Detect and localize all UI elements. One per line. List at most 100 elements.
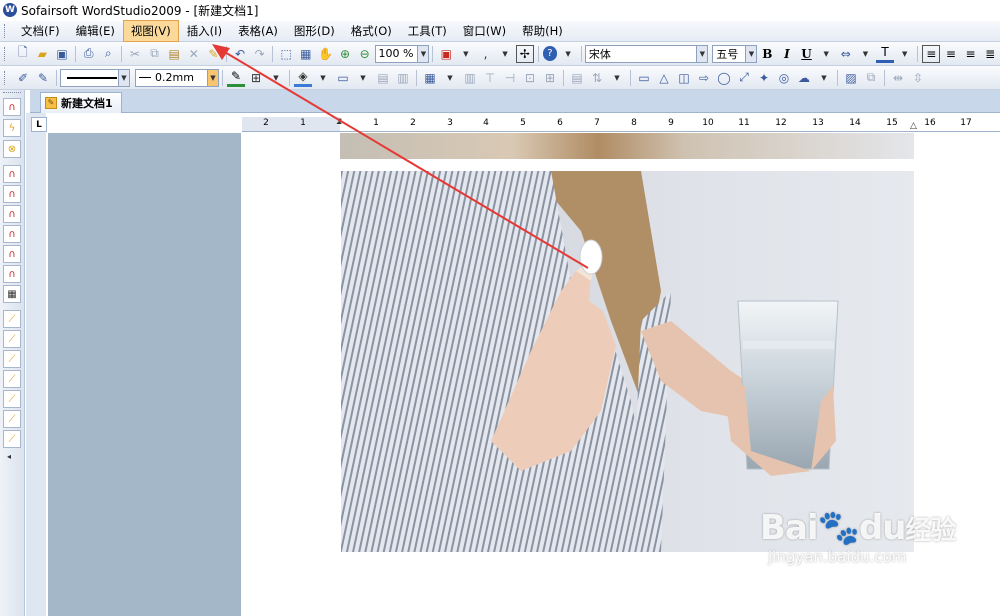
border-icon[interactable]: ⊞ [247,69,265,87]
chevron-down-icon[interactable]: ▼ [441,69,459,87]
new-document-icon[interactable]: 🗋 [14,45,32,63]
menu-graphics[interactable]: 图形(D) [286,20,343,42]
line-width-select[interactable]: 0.2mm ▼ [135,68,219,87]
help-icon[interactable]: ? [542,46,558,61]
justify-icon[interactable]: ≣ [981,45,999,63]
magnet-icon[interactable]: ∩ [3,98,21,116]
toolbar-grip[interactable] [3,92,21,95]
save-icon[interactable]: ▣ [53,45,71,63]
zoom-select[interactable]: 100 % ▼ [374,44,430,63]
character-spacing-icon[interactable]: ⇔ [837,45,855,63]
toolbar-grip[interactable] [4,70,7,85]
insert-image-icon[interactable]: ▨ [842,69,860,87]
print-icon[interactable]: ⎙ [80,45,98,63]
format-painter-icon[interactable]: ✎ [205,45,223,63]
chevron-down-icon[interactable]: ▼ [817,45,835,63]
table-icon[interactable]: ▦ [421,69,439,87]
right-indent-marker-icon[interactable]: △ [910,121,917,131]
redo-icon[interactable]: ↷ [251,45,269,63]
tab-stop-selector[interactable]: L [31,117,47,132]
grid-icon[interactable]: ▦ [297,45,315,63]
shape-arrow-icon[interactable]: ⇨ [695,69,713,87]
undo-icon[interactable]: ↶ [231,45,249,63]
select-object-icon[interactable]: ⬚ [277,45,295,63]
inserted-photo[interactable] [341,171,914,552]
split-cells-icon[interactable]: ⊞ [541,69,559,87]
snap-perpendicular-icon[interactable]: ∩ [3,245,21,263]
draw-arc-icon[interactable]: ⟋ [3,350,21,368]
chevron-down-icon[interactable]: ▼ [417,45,429,62]
menu-view[interactable]: 视图(V) [122,20,179,42]
font-name-select[interactable]: 宋体 ▼ [584,44,709,63]
layer-icon[interactable]: ▤ [374,69,392,87]
sort-icon[interactable]: ⇅ [588,69,606,87]
cursor-mode-icon[interactable]: ✢ [515,44,534,63]
fill-color-icon[interactable]: ◈ [294,69,312,87]
line-color-icon[interactable]: ✎ [227,69,245,87]
shape-triangle-icon[interactable]: △ [655,69,673,87]
menu-tools[interactable]: 工具(T) [400,20,455,42]
underline-button[interactable]: U [798,45,816,63]
chevron-down-icon[interactable]: ▼ [608,69,626,87]
shape-ellipse-icon[interactable]: ◯ [715,69,733,87]
align-right-icon[interactable]: ≡ [962,45,980,63]
shape-rectangle-icon[interactable]: ▭ [635,69,653,87]
shape-diagonal-icon[interactable]: ⤢ [735,69,753,87]
flip-horizontal-icon[interactable]: ⇹ [889,69,907,87]
font-size-select[interactable]: 五号 ▼ [712,44,758,63]
punctuation-icon[interactable]: , [477,45,495,63]
menu-help[interactable]: 帮助(H) [514,20,571,42]
snap-center-icon[interactable]: ∩ [3,205,21,223]
chevron-down-icon[interactable]: ▼ [314,69,332,87]
chevron-down-icon[interactable]: ▼ [267,69,285,87]
lightning-icon[interactable]: ϟ [3,119,21,137]
open-folder-icon[interactable]: ▰ [34,45,52,63]
menu-insert[interactable]: 插入(I) [179,20,230,42]
snap-grid-icon[interactable]: ▦ [3,285,21,303]
chevron-down-icon[interactable]: ▼ [745,45,757,62]
chevron-down-icon[interactable]: ▼ [815,69,833,87]
table-props-icon[interactable]: ▥ [461,69,479,87]
zoom-in-icon[interactable]: ⊕ [336,45,354,63]
snap-intersection-icon[interactable]: ∩ [3,225,21,243]
chevron-down-icon[interactable]: ▼ [207,69,218,86]
chevron-down-icon[interactable]: ▼ [559,45,577,63]
chevron-down-icon[interactable]: ▼ [857,45,875,63]
tab-document-1[interactable]: ✎ 新建文档1 [40,92,122,113]
align-left-icon[interactable]: ≡ [922,44,941,63]
left-indent-marker-icon[interactable]: ⧗ [336,117,342,127]
delete-icon[interactable]: ✕ [185,45,203,63]
align-center-icon[interactable]: ≡ [942,45,960,63]
draw-curve-icon[interactable]: ⟋ [3,390,21,408]
insert-object-icon[interactable]: ▣ [437,45,455,63]
cancel-snap-icon[interactable]: ⊗ [3,140,21,158]
cell-align-icon[interactable]: ▤ [568,69,586,87]
layer-back-icon[interactable]: ▥ [394,69,412,87]
draw-circle-icon[interactable]: ⟋ [3,370,21,388]
draw-bezier-icon[interactable]: ⟋ [3,410,21,428]
insert-row-icon[interactable]: ⊤ [481,69,499,87]
paste-icon[interactable]: ▤ [165,45,183,63]
chevron-down-icon[interactable]: ▼ [496,45,514,63]
menu-edit[interactable]: 编辑(E) [68,20,123,42]
flip-vertical-icon[interactable]: ⇳ [909,69,927,87]
chevron-down-icon[interactable]: ▼ [457,45,475,63]
shape-oval-callout-icon[interactable]: ◎ [775,69,793,87]
chevron-down-icon[interactable]: ▼ [354,69,372,87]
snap-tangent-icon[interactable]: ∩ [3,265,21,283]
bold-button[interactable]: B [758,45,776,63]
shape-star-icon[interactable]: ✦ [755,69,773,87]
line-style-select[interactable]: ▼ [60,68,130,87]
previous-image-strip[interactable] [340,133,914,159]
collapse-arrow-icon[interactable]: ◂ [7,452,11,461]
menu-table[interactable]: 表格(A) [230,20,286,42]
chevron-down-icon[interactable]: ▼ [118,69,129,86]
chevron-down-icon[interactable]: ▼ [696,45,708,62]
toolbar-grip[interactable] [4,46,7,61]
frame-properties-icon[interactable]: ✎ [34,69,52,87]
shape-cloud-icon[interactable]: ☁ [795,69,813,87]
font-color-icon[interactable]: T [876,45,894,63]
hand-pan-icon[interactable]: ✋ [317,45,335,63]
frame-edit-icon[interactable]: ✐ [14,69,32,87]
group-icon[interactable]: ⧉ [862,69,880,87]
